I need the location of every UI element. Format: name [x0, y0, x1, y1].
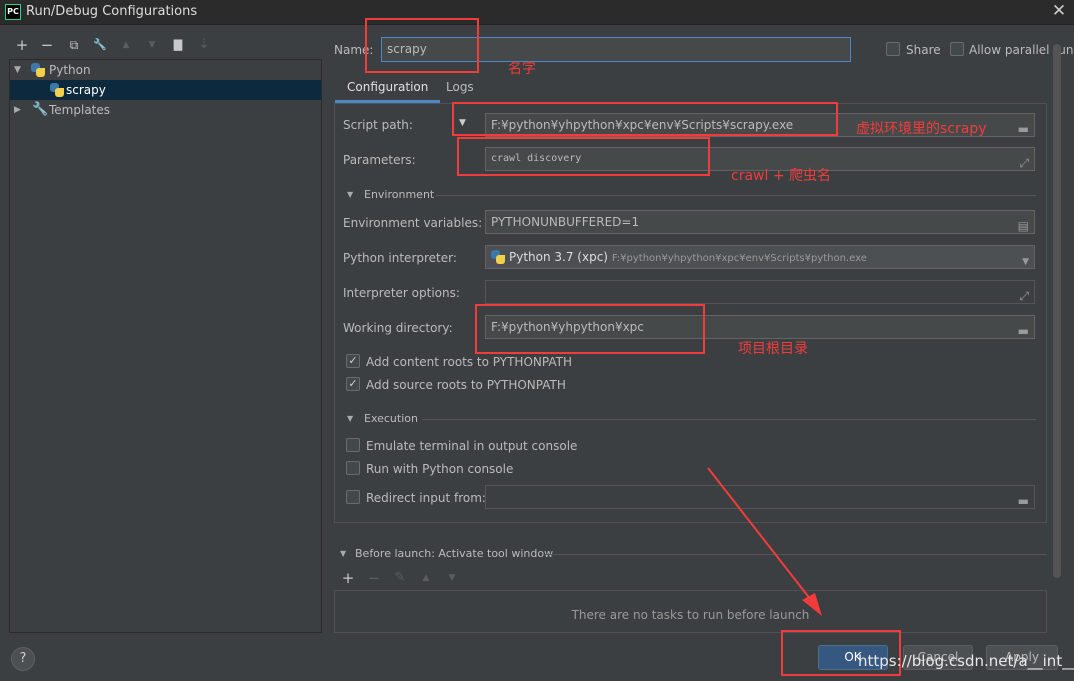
- expand-icon[interactable]: ⤢: [1019, 152, 1029, 170]
- env-vars-field[interactable]: PYTHONUNBUFFERED=1 ▤: [485, 210, 1035, 234]
- tree-item-label: Python: [49, 63, 91, 77]
- interpreter-select[interactable]: Python 3.7 (xpc) F:¥python¥yhpython¥xpc¥…: [485, 245, 1035, 269]
- before-launch-header: Before launch: Activate tool window: [355, 547, 554, 560]
- close-icon[interactable]: ✕: [1050, 1, 1068, 21]
- before-launch-separator: [545, 554, 1047, 555]
- allow-parallel-checkbox[interactable]: [950, 42, 964, 56]
- redirect-input-label: Redirect input from:: [366, 491, 486, 505]
- folder-icon[interactable]: ▬: [1018, 490, 1029, 508]
- python-icon: [491, 250, 505, 264]
- edit-defaults-wrench-icon[interactable]: 🔧: [92, 37, 108, 53]
- parameters-value: crawl discovery: [491, 153, 582, 164]
- execution-header: Execution: [364, 412, 418, 425]
- edit-task-icon[interactable]: ✎: [392, 570, 408, 586]
- parameters-label: Parameters:: [343, 153, 416, 167]
- move-task-down-icon[interactable]: ▼: [444, 570, 460, 586]
- before-launch-empty-text: There are no tasks to run before launch: [571, 608, 810, 622]
- share-checkbox[interactable]: [886, 42, 900, 56]
- before-launch-collapse-icon[interactable]: ▼: [340, 549, 346, 558]
- python-icon: [50, 83, 64, 97]
- add-task-button[interactable]: +: [340, 570, 356, 586]
- python-console-checkbox[interactable]: [346, 461, 360, 475]
- environment-separator: [436, 195, 1036, 196]
- chevron-down-icon[interactable]: ▼: [1022, 251, 1029, 268]
- content-roots-checkbox[interactable]: ✓: [346, 354, 360, 368]
- tree-item-label: Templates: [49, 103, 111, 117]
- tree-item-label: scrapy: [66, 83, 106, 97]
- document-icon[interactable]: ▤: [1018, 215, 1029, 233]
- name-label: Name:: [334, 43, 374, 57]
- annotation-workdir-note: 项目根目录: [738, 341, 808, 357]
- expand-icon[interactable]: ⤢: [1019, 285, 1029, 303]
- interpreter-name: Python 3.7 (xpc): [509, 250, 608, 264]
- window-title: Run/Debug Configurations: [26, 4, 198, 19]
- execution-collapse-icon[interactable]: ▼: [347, 414, 353, 423]
- interpreter-options-label: Interpreter options:: [343, 286, 460, 300]
- interpreter-label: Python interpreter:: [343, 251, 457, 265]
- scrollbar[interactable]: [1053, 44, 1061, 578]
- watermark-text: https://blog.csdn.net/a__int__: [858, 652, 1074, 670]
- move-task-up-icon[interactable]: ▲: [418, 570, 434, 586]
- python-icon: [31, 63, 45, 77]
- working-dir-field[interactable]: F:¥python¥yhpython¥xpc ▬: [485, 315, 1035, 339]
- env-vars-value: PYTHONUNBUFFERED=1: [491, 215, 640, 229]
- redirect-input-checkbox[interactable]: [346, 490, 360, 504]
- tab-configuration[interactable]: Configuration: [335, 75, 441, 103]
- help-button[interactable]: ?: [11, 647, 35, 671]
- pycharm-logo-icon: PC: [5, 4, 21, 20]
- name-input[interactable]: scrapy: [381, 37, 851, 62]
- script-path-label: Script path:: [343, 118, 413, 132]
- working-dir-value: F:¥python¥yhpython¥xpc: [491, 320, 644, 334]
- tab-logs[interactable]: Logs: [434, 75, 486, 103]
- annotation-name-note: 名字: [508, 61, 536, 77]
- environment-header: Environment: [364, 188, 435, 201]
- script-path-value: F:¥python¥yhpython¥xpc¥env¥Scripts¥scrap…: [491, 118, 794, 132]
- interpreter-options-field[interactable]: ⤢: [485, 280, 1035, 304]
- python-console-label: Run with Python console: [366, 462, 514, 476]
- folder-icon[interactable]: ▬: [1018, 118, 1029, 136]
- collapse-arrow-icon[interactable]: ▶: [14, 100, 21, 120]
- tree-item-python[interactable]: ▼ Python: [10, 60, 321, 80]
- execution-separator: [422, 419, 1036, 420]
- environment-collapse-icon[interactable]: ▼: [347, 190, 353, 199]
- content-roots-label: Add content roots to PYTHONPATH: [366, 355, 572, 369]
- sort-icon[interactable]: ⇣: [196, 37, 212, 53]
- source-roots-label: Add source roots to PYTHONPATH: [366, 378, 566, 392]
- expand-arrow-icon[interactable]: ▼: [14, 60, 21, 80]
- emulate-terminal-label: Emulate terminal in output console: [366, 439, 578, 453]
- env-vars-label: Environment variables:: [343, 216, 483, 230]
- copy-configuration-icon[interactable]: ⧉: [66, 37, 82, 53]
- add-configuration-button[interactable]: +: [14, 37, 30, 53]
- remove-task-button[interactable]: −: [366, 570, 382, 586]
- tree-item-scrapy[interactable]: scrapy: [10, 80, 321, 100]
- share-label: Share: [906, 43, 941, 57]
- source-roots-checkbox[interactable]: ✓: [346, 377, 360, 391]
- move-up-icon[interactable]: ▲: [118, 37, 134, 53]
- target-type-dropdown-icon[interactable]: ▼: [459, 118, 466, 128]
- emulate-terminal-checkbox[interactable]: [346, 438, 360, 452]
- wrench-icon: 🔧: [32, 102, 49, 117]
- working-dir-label: Working directory:: [343, 321, 453, 335]
- annotation-script-note: 虚拟环境里的scrapy: [856, 121, 987, 137]
- new-folder-icon[interactable]: ▇: [170, 37, 186, 53]
- tree-item-templates[interactable]: ▶ 🔧 Templates: [10, 100, 321, 120]
- folder-icon[interactable]: ▬: [1018, 320, 1029, 338]
- configurations-tree: ▼ Python scrapy ▶ 🔧 Templates: [9, 59, 322, 633]
- annotation-params-note: crawl + 爬虫名: [731, 168, 832, 184]
- move-down-icon[interactable]: ▼: [144, 37, 160, 53]
- redirect-input-field[interactable]: ▬: [485, 485, 1035, 509]
- interpreter-path: F:¥python¥yhpython¥xpc¥env¥Scripts¥pytho…: [611, 253, 867, 264]
- remove-configuration-button[interactable]: −: [39, 37, 55, 53]
